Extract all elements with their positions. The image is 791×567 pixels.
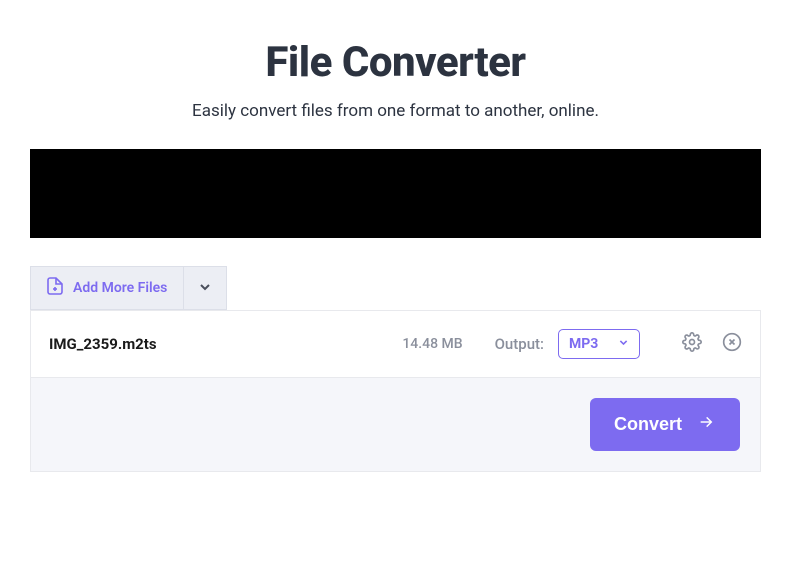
output-format-value: MP3 [569,336,598,352]
ad-banner [30,149,761,238]
arrow-right-icon [696,414,716,435]
gear-icon [682,332,702,356]
convert-button-label: Convert [614,414,682,435]
add-more-files-label: Add More Files [73,280,167,296]
add-more-files-button[interactable]: Add More Files [30,266,183,310]
page-title: File Converter [30,38,761,87]
settings-button[interactable] [682,332,702,356]
output-format-select[interactable]: MP3 [558,329,640,359]
chevron-down-icon [198,279,212,298]
close-circle-icon [722,332,742,356]
page-subtitle: Easily convert files from one format to … [30,101,761,121]
output-label: Output: [495,335,544,353]
remove-file-button[interactable] [722,332,742,356]
footer-bar: Convert [30,378,761,472]
convert-button[interactable]: Convert [590,398,740,451]
file-plus-icon [47,277,63,299]
file-size: 14.48 MB [402,336,462,352]
file-row: IMG_2359.m2ts 14.48 MB Output: MP3 [30,310,761,378]
chevron-down-icon [618,336,629,352]
add-more-dropdown-button[interactable] [183,266,227,310]
file-name: IMG_2359.m2ts [49,335,157,353]
